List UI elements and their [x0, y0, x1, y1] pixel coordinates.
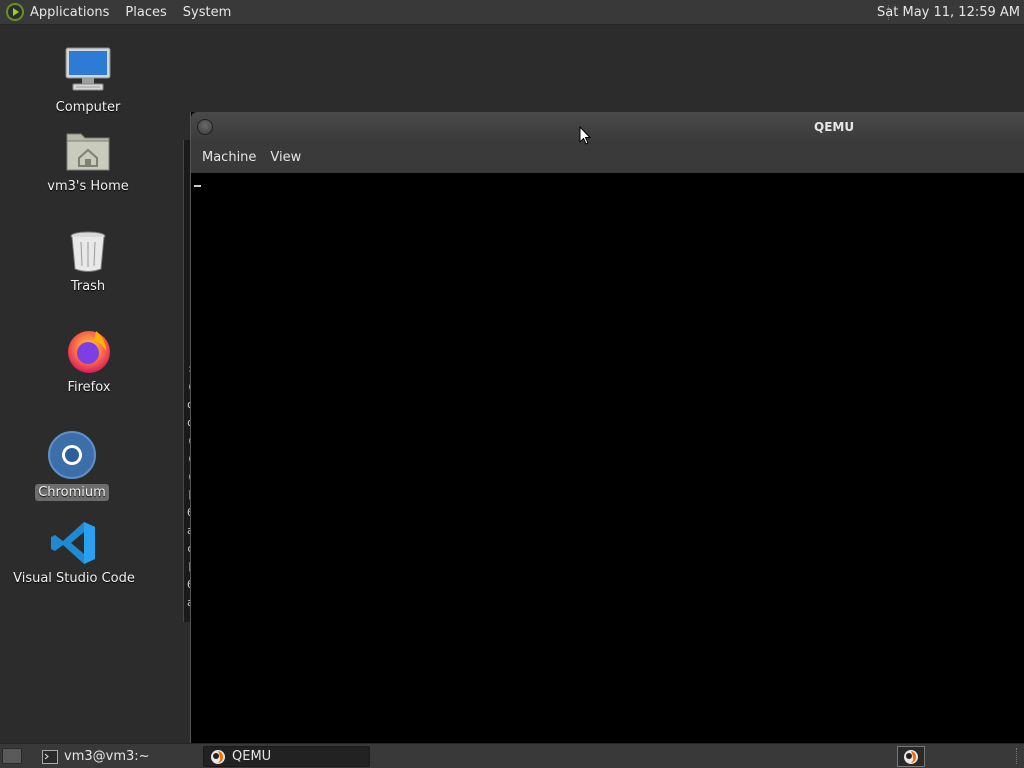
- qemu-icon: [211, 749, 225, 764]
- taskbar-item-qemu[interactable]: QEMU: [203, 746, 370, 767]
- chromium-icon: [48, 431, 96, 479]
- terminal-icon: [42, 749, 58, 764]
- computer-icon: [65, 47, 111, 91]
- taskbar-item-terminal[interactable]: vm3@vm3:~: [36, 746, 198, 767]
- machine-menu[interactable]: Machine: [195, 150, 263, 165]
- bottom-panel: vm3@vm3:~ QEMU: [0, 743, 1024, 768]
- places-menu[interactable]: Places: [117, 0, 174, 25]
- desktop-icon-trash[interactable]: Trash: [23, 228, 153, 295]
- desktop-icon-label: Firefox: [67, 380, 111, 395]
- workspace-switcher[interactable]: [897, 746, 925, 767]
- qemu-icon: [904, 749, 918, 764]
- taskbar-item-label: QEMU: [232, 749, 272, 764]
- system-menu-label: System: [182, 4, 232, 20]
- text-cursor: [194, 185, 201, 187]
- vm-display[interactable]: [191, 173, 1024, 743]
- qemu-window[interactable]: QEMU Machine View: [190, 112, 1024, 743]
- desktop-icon-label: Computer: [55, 100, 121, 115]
- desktop-icon-label: Trash: [70, 279, 106, 294]
- desktop-icon-computer[interactable]: Computer: [23, 45, 153, 116]
- desktop-icon-label: vm3's Home: [47, 179, 129, 194]
- mouse-pointer-icon: [579, 126, 591, 145]
- show-desktop-button[interactable]: [2, 748, 22, 764]
- top-panel: Applications Places System Sat May 11, 1…: [0, 0, 1024, 25]
- window-title: QEMU: [814, 120, 855, 134]
- home-folder-icon: [66, 133, 110, 171]
- desktop-icon-label: Chromium: [35, 484, 109, 501]
- system-menu[interactable]: System: [175, 0, 239, 25]
- trash-icon: [70, 231, 106, 272]
- close-button[interactable]: [197, 119, 213, 135]
- taskbar-item-label: vm3@vm3:~: [64, 749, 150, 764]
- places-menu-label: Places: [125, 4, 167, 20]
- desktop-icon-chromium[interactable]: Chromium: [7, 430, 137, 501]
- applications-menu-label: Applications: [30, 4, 110, 20]
- view-menu[interactable]: View: [263, 150, 308, 165]
- panel-separator: [1016, 748, 1018, 764]
- desktop-icon-firefox[interactable]: Firefox: [24, 325, 154, 396]
- clock[interactable]: Sat May 11, 12:59 AM: [877, 0, 1020, 25]
- qemu-titlebar[interactable]: QEMU: [191, 112, 1024, 142]
- desktop-icon-home[interactable]: vm3's Home: [23, 128, 153, 195]
- qemu-menubar: Machine View: [191, 142, 1024, 173]
- desktop-icon-vscode[interactable]: Visual Studio Code: [9, 520, 139, 587]
- distro-logo-icon: [6, 3, 24, 21]
- vscode-icon: [51, 522, 95, 564]
- applications-menu[interactable]: Applications: [0, 0, 117, 25]
- firefox-icon: [68, 331, 110, 373]
- desktop-icon-label: Visual Studio Code: [13, 571, 135, 586]
